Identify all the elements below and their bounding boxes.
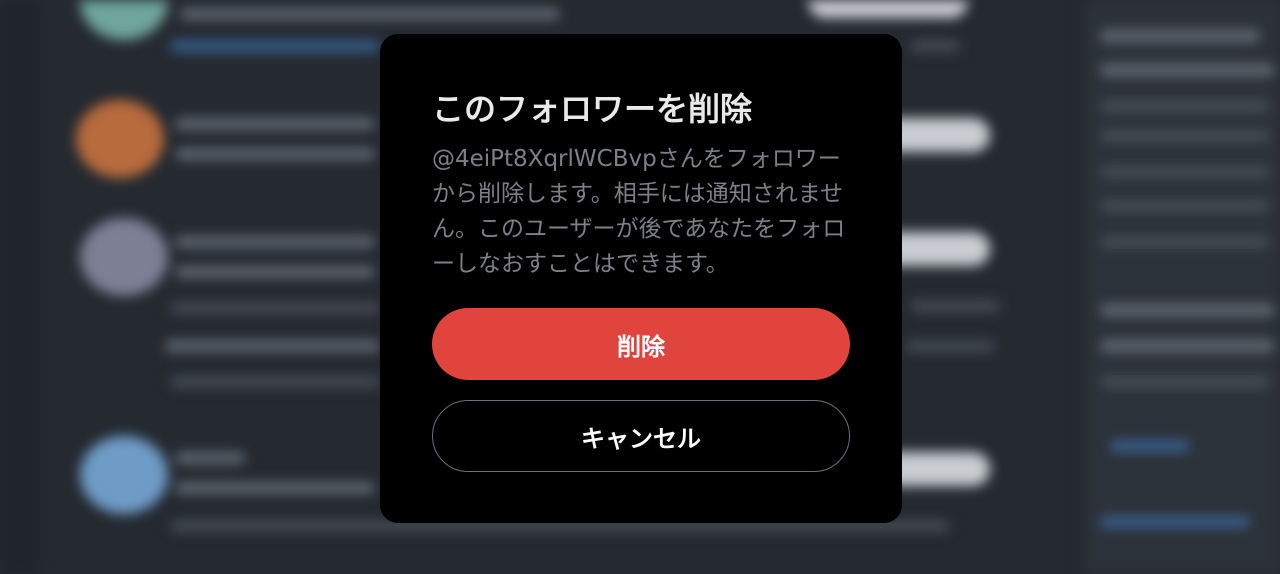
background-text-line	[1100, 200, 1270, 212]
background-text-line	[175, 148, 375, 160]
background-text-line	[1100, 166, 1270, 178]
background-avatar	[80, 218, 168, 296]
background-text-line	[1100, 340, 1275, 352]
dialog-description: @4eiPt8XqrlWCBvpさんをフォロワーから削除します。相手には通知され…	[432, 146, 846, 277]
background-text-line	[1100, 236, 1270, 248]
background-text-line	[175, 266, 375, 278]
background-text-line	[175, 236, 375, 248]
background-text-line	[175, 452, 245, 464]
background-text-line	[175, 118, 375, 130]
delete-button[interactable]: 削除	[432, 308, 850, 380]
background-left-panel	[0, 0, 40, 574]
background-link-line	[1100, 516, 1250, 528]
background-follow-pill	[808, 0, 968, 18]
background-text-line	[170, 302, 380, 314]
background-text-line	[1100, 30, 1260, 42]
remove-follower-dialog: このフォロワーを削除 @4eiPt8XqrlWCBvpさんをフォロワーから削除し…	[380, 34, 902, 523]
background-text-line	[1100, 130, 1270, 142]
background-avatar	[76, 100, 164, 178]
cancel-button[interactable]: キャンセル	[432, 400, 850, 472]
background-text-line	[175, 482, 375, 494]
background-text-line	[1100, 376, 1270, 388]
background-text-line	[910, 40, 960, 52]
background-text-line	[905, 340, 995, 352]
background-text-line	[1100, 100, 1270, 112]
background-avatar	[80, 436, 168, 514]
background-link-line	[1110, 440, 1190, 452]
background-text-line	[170, 376, 380, 388]
dialog-title: このフォロワーを削除	[432, 90, 753, 128]
background-text-line	[180, 8, 560, 20]
background-text-line	[1100, 64, 1275, 76]
background-avatar	[80, 0, 168, 40]
background-text-line	[910, 300, 1000, 312]
background-text-line	[165, 340, 380, 352]
background-right-panel	[1085, 0, 1280, 574]
background-text-line	[1100, 304, 1275, 316]
background-link-line	[170, 40, 380, 52]
